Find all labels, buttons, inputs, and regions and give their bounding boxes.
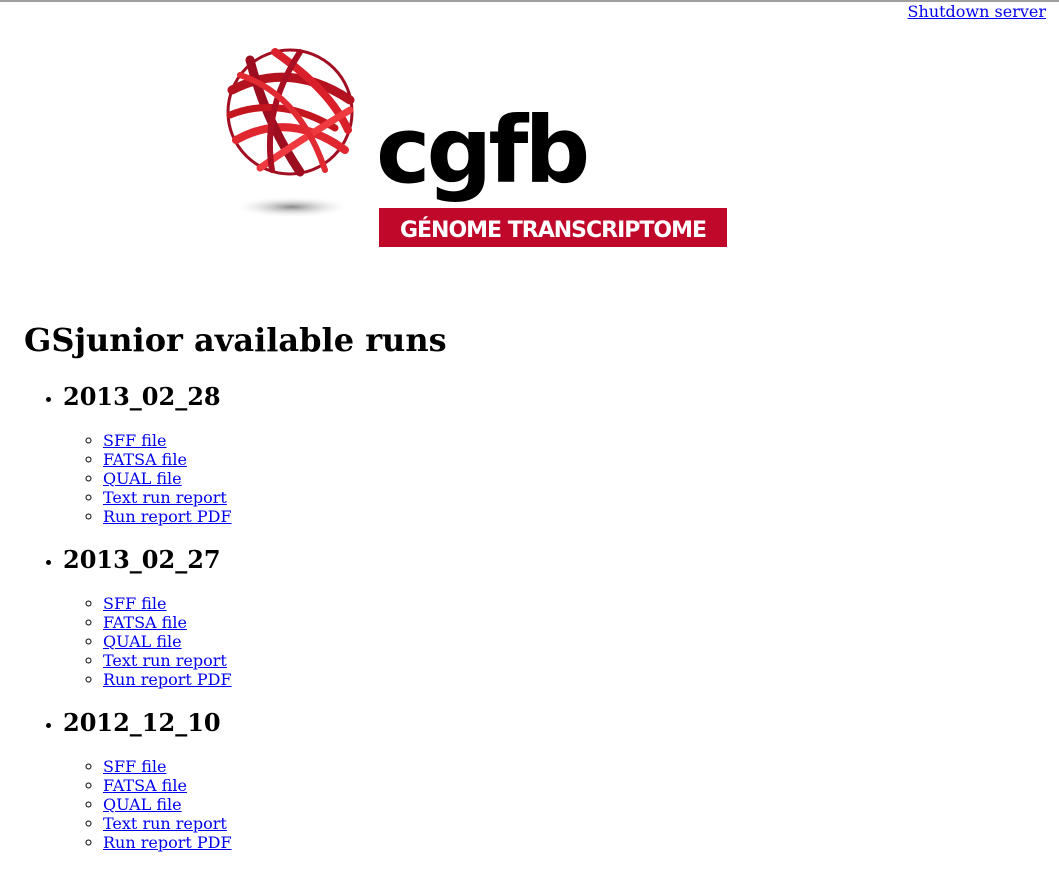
sff-file-link[interactable]: SFF file (103, 757, 167, 776)
fatsa-file-link[interactable]: FATSA file (103, 450, 187, 469)
run-date: 2013_02_28 (63, 382, 221, 411)
page-title: GSjunior available runs (24, 321, 447, 359)
run-files-list: SFF file FATSA file QUAL file Text run r… (63, 594, 232, 689)
run-report-pdf-link[interactable]: Run report PDF (103, 833, 232, 852)
qual-file-link[interactable]: QUAL file (103, 632, 182, 651)
run-date: 2012_12_10 (63, 708, 221, 737)
cgfb-logo: cgfb GÉNOME TRANSCRIPTOME (226, 48, 727, 247)
run-item: 2013_02_27 SFF file FATSA file QUAL file… (63, 545, 232, 690)
runs-list: 2013_02_28 SFF file FATSA file QUAL file… (24, 383, 232, 872)
run-item: 2012_12_10 SFF file FATSA file QUAL file… (63, 708, 232, 853)
run-item: 2013_02_28 SFF file FATSA file QUAL file… (63, 382, 232, 527)
sff-file-link[interactable]: SFF file (103, 431, 167, 450)
logo-tagline: GÉNOME TRANSCRIPTOME (400, 217, 706, 243)
run-report-pdf-link[interactable]: Run report PDF (103, 670, 232, 689)
run-report-pdf-link[interactable]: Run report PDF (103, 507, 232, 526)
sff-file-link[interactable]: SFF file (103, 594, 167, 613)
logo-shadow (232, 196, 352, 218)
run-files-list: SFF file FATSA file QUAL file Text run r… (63, 757, 232, 852)
top-border (0, 0, 1059, 2)
fatsa-file-link[interactable]: FATSA file (103, 776, 187, 795)
logo-sphere-icon (226, 48, 355, 177)
text-run-report-link[interactable]: Text run report (103, 651, 227, 670)
logo-wordmark: cgfb (376, 97, 586, 204)
run-date: 2013_02_27 (63, 545, 221, 574)
run-files-list: SFF file FATSA file QUAL file Text run r… (63, 431, 232, 526)
fatsa-file-link[interactable]: FATSA file (103, 613, 187, 632)
qual-file-link[interactable]: QUAL file (103, 795, 182, 814)
text-run-report-link[interactable]: Text run report (103, 814, 227, 833)
shutdown-server-link[interactable]: Shutdown server (908, 2, 1046, 21)
qual-file-link[interactable]: QUAL file (103, 469, 182, 488)
text-run-report-link[interactable]: Text run report (103, 488, 227, 507)
